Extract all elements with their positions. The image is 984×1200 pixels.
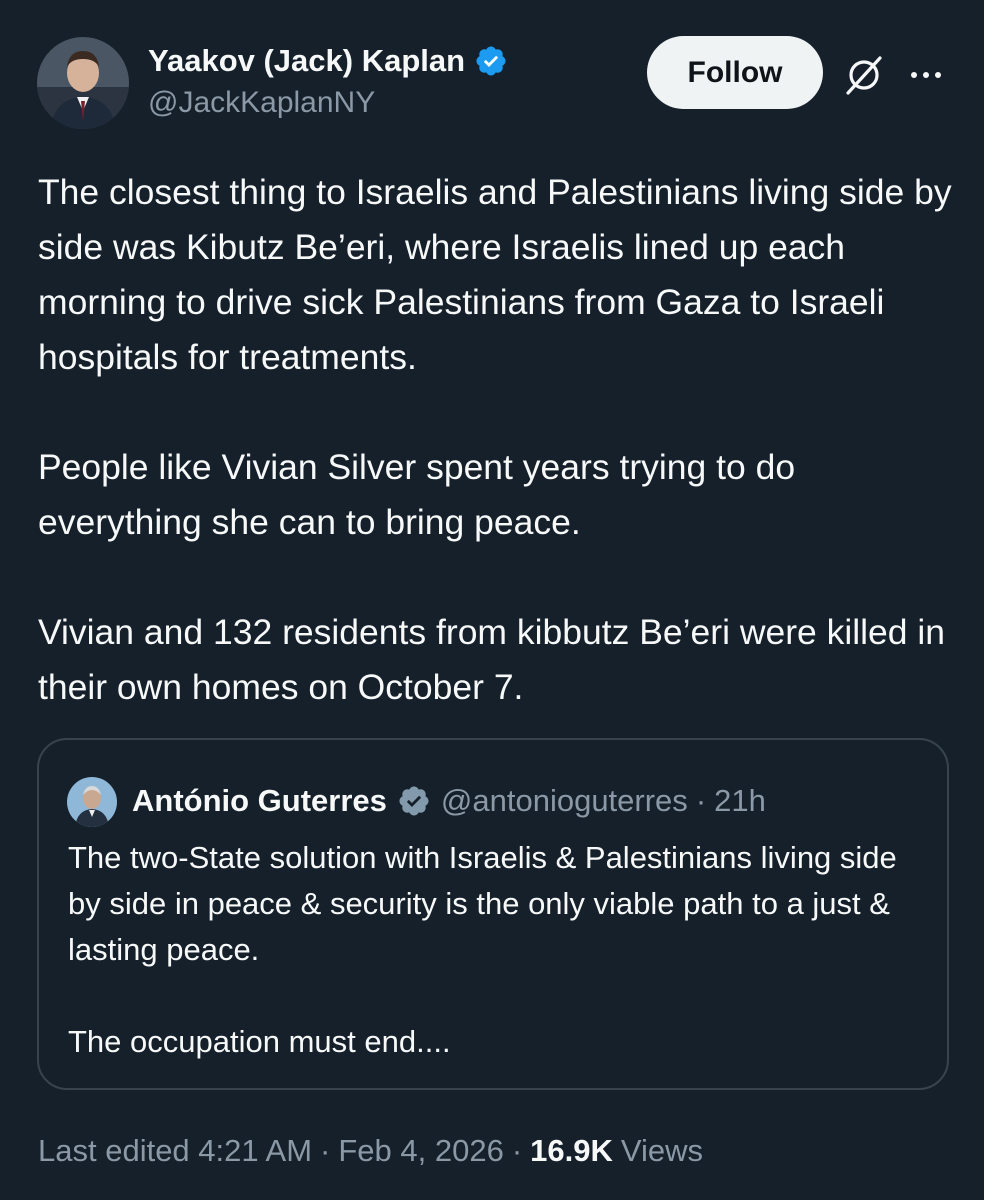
quoted-tweet-header: António Guterres @antonioguterres · 21h	[132, 778, 766, 824]
tweet-paragraph: People like Vivian Silver spent years tr…	[38, 447, 796, 542]
tweet-date[interactable]: Feb 4, 2026	[338, 1133, 503, 1169]
tweet-meta: Last edited 4:21 AM · Feb 4, 2026 · 16.9…	[38, 1128, 703, 1174]
verified-badge-icon	[476, 46, 506, 76]
grok-icon[interactable]	[842, 53, 886, 97]
more-options-icon[interactable]	[906, 58, 946, 92]
quoted-tweet-card[interactable]: António Guterres @antonioguterres · 21h …	[37, 738, 949, 1090]
author-handle[interactable]: @JackKaplanNY	[148, 86, 375, 120]
quoted-author-avatar[interactable]	[67, 777, 117, 827]
quoted-author-avatar-image	[67, 777, 117, 827]
separator-dot: ·	[320, 1133, 331, 1168]
quoted-tweet-paragraph: The occupation must end....	[68, 1024, 451, 1059]
tweet-paragraph: The closest thing to Israelis and Palest…	[38, 172, 952, 377]
quoted-tweet-text: The two-State solution with Israelis & P…	[68, 835, 928, 1065]
views-count[interactable]: 16.9K	[530, 1133, 613, 1169]
tweet-paragraph: Vivian and 132 residents from kibbutz Be…	[38, 612, 946, 707]
author-display-name[interactable]: Yaakov (Jack) Kaplan	[148, 43, 465, 79]
quoted-author-handle[interactable]: @antonioguterres	[441, 783, 688, 819]
quoted-tweet-paragraph: The two-State solution with Israelis & P…	[68, 840, 897, 967]
quoted-author-name[interactable]: António Guterres	[132, 783, 387, 819]
quoted-tweet-time[interactable]: 21h	[714, 783, 766, 819]
author-avatar-image	[37, 37, 129, 129]
separator-dot: ·	[511, 1133, 523, 1168]
author-name-row: Yaakov (Jack) Kaplan	[148, 40, 508, 82]
tweet-text: The closest thing to Israelis and Palest…	[38, 165, 958, 715]
follow-button[interactable]: Follow	[647, 36, 823, 109]
separator-dot: ·	[695, 783, 707, 818]
author-avatar[interactable]	[37, 37, 129, 129]
last-edited-time[interactable]: Last edited 4:21 AM	[38, 1133, 312, 1169]
views-label: Views	[620, 1133, 704, 1168]
gray-verified-badge-icon	[399, 786, 429, 816]
